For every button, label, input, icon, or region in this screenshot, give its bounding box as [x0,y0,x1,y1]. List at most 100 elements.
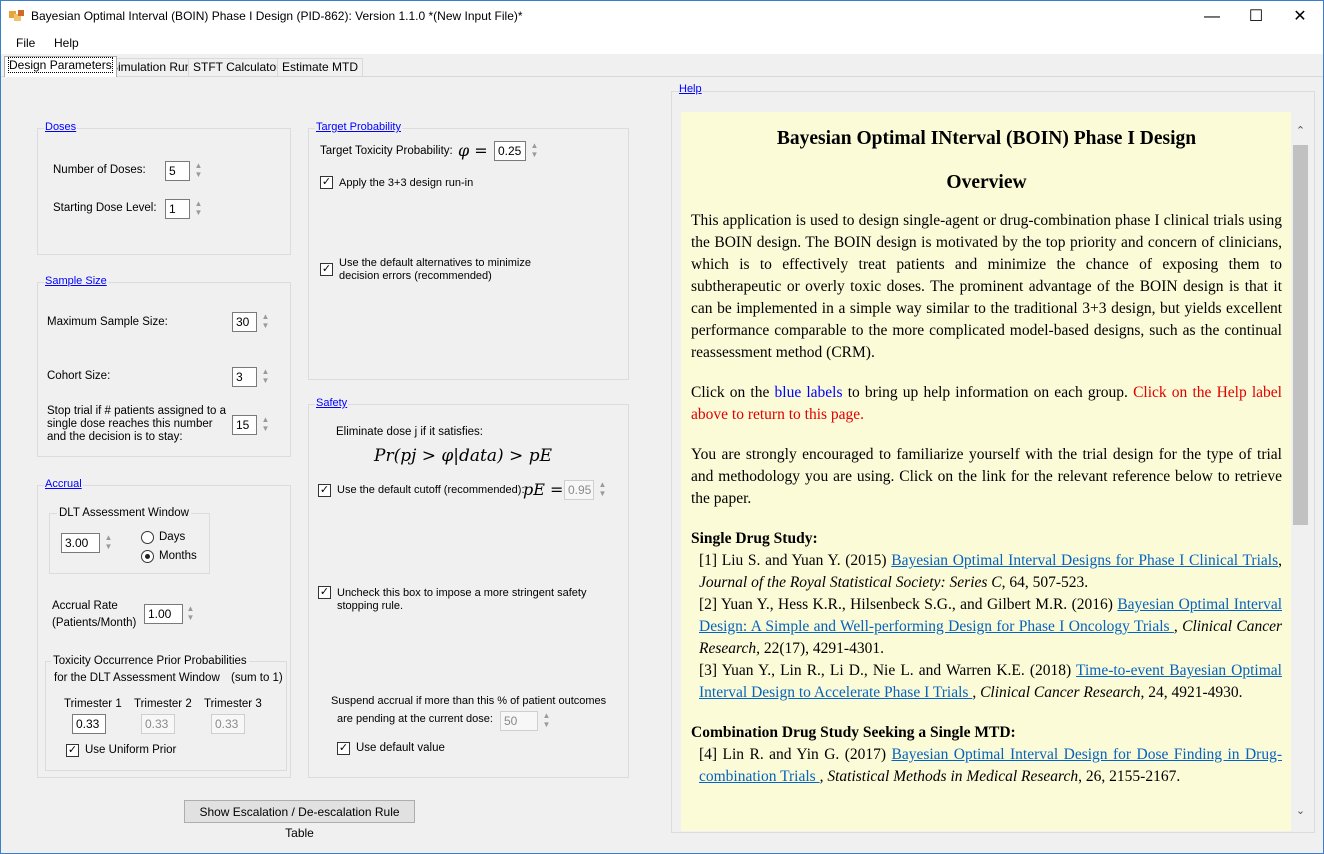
trimester1-label: Trimester 1 [64,698,122,710]
trimester1-input[interactable]: 0.33 [72,714,106,734]
doses-group [37,128,291,255]
dlt-window-title: DLT Assessment Window [57,507,191,519]
trimester2-label: Trimester 2 [134,698,192,710]
menu-bar: File Help [1,32,1323,54]
ref-journal: Statistical Methods in Medical Research [827,768,1079,785]
months-radio[interactable] [141,550,154,563]
help-scrollbar[interactable]: ⌃ ⌄ [1292,121,1309,827]
tab-estimate-mtd[interactable]: Estimate MTD [277,58,364,76]
suspend-spinner: ▲ ▼ [542,711,551,729]
runin-checkbox[interactable]: ✓ [320,176,333,189]
ref-authors: [4] Lin R. and Yin G. (2017) [699,746,892,763]
close-button[interactable]: ✕ [1277,1,1323,32]
days-radio[interactable] [141,531,154,544]
ref-details: 22(17), 4291-4301. [759,640,884,657]
dlt-window-spinner[interactable]: ▲ ▼ [104,533,113,553]
help-home-link[interactable]: Help [679,83,702,95]
num-doses-label: Number of Doses: [53,164,146,176]
app-icon [9,10,24,21]
rule-table-button[interactable]: Show Escalation / De-escalation Rule Tab… [184,800,415,840]
dlt-window-input[interactable]: 3.00 [61,533,100,553]
stringent-rule-checkbox[interactable]: ✓ [318,586,331,599]
days-label: Days [159,531,186,543]
menu-file[interactable]: File [16,36,35,50]
cohort-size-input[interactable]: 3 [232,367,257,387]
menu-help[interactable]: Help [54,36,79,50]
scroll-down-icon[interactable]: ⌄ [1292,803,1309,820]
default-cutoff-checkbox[interactable]: ✓ [318,484,331,497]
tab-simulation-run[interactable]: Simulation Run [105,58,197,76]
pe-symbol: pE = [523,480,564,499]
start-dose-input[interactable]: 1 [165,199,190,219]
target-probability-help-link[interactable]: Target Probability [315,121,402,133]
cohort-size-spinner[interactable]: ▲ ▼ [261,367,270,387]
tab-design-parameters[interactable]: Design Parameters [4,56,117,77]
ref-authors: [2] Yuan Y., Hess K.R., Hilsenbeck S.G.,… [699,596,1118,613]
minimize-button[interactable]: — [1189,1,1235,32]
max-sample-spinner[interactable]: ▲ ▼ [261,312,270,332]
safety-help-link[interactable]: Safety [315,397,349,409]
num-doses-spinner[interactable]: ▲ ▼ [194,161,203,181]
single-drug-heading: Single Drug Study: [691,530,818,547]
target-tox-input[interactable]: 0.25 [494,141,526,161]
help-blue-labels-text: blue labels [774,384,843,401]
sum-note: (sum to 1) [231,672,283,684]
reference-1: [1] Liu S. and Yuan Y. (2015) Bayesian O… [699,552,1282,591]
ref-details: , 26, 2155-2167. [1078,768,1181,785]
accrual-rate-input[interactable]: 1.00 [144,604,183,624]
sample-size-help-link[interactable]: Sample Size [44,275,108,287]
window-title: Bayesian Optimal Interval (BOIN) Phase I… [31,9,523,23]
months-label: Months [159,550,197,562]
uniform-prior-checkbox[interactable]: ✓ [66,744,79,757]
accrual-rate-unit-label: (Patients/Month) [52,617,137,629]
title-bar: Bayesian Optimal Interval (BOIN) Phase I… [1,1,1323,32]
default-alternatives-checkbox[interactable]: ✓ [320,263,333,276]
reference-2: [2] Yuan Y., Hess K.R., Hilsenbeck S.G.,… [699,596,1283,657]
trimester3-input: 0.33 [211,714,245,734]
start-dose-spinner[interactable]: ▲ ▼ [194,199,203,219]
help-p2-text: Click on the [691,384,775,401]
ref-details: , 24, 4921-4930. [1140,684,1243,701]
num-doses-input[interactable]: 5 [165,161,190,181]
scroll-up-icon[interactable]: ⌃ [1292,123,1309,140]
accrual-rate-label: Accrual Rate [52,600,118,612]
stringent-rule-label: Uncheck this box to impose a more string… [337,587,587,612]
uniform-prior-label: Use Uniform Prior [85,744,177,756]
prior-subtitle: for the DLT Assessment Window [54,672,220,684]
scroll-thumb[interactable] [1293,145,1308,525]
runin-label: Apply the 3+3 design run-in [339,177,474,189]
start-dose-label: Starting Dose Level: [53,202,157,214]
eliminate-label: Eliminate dose j if it satisfies: [336,426,484,438]
tab-label: Design Parameters [8,57,113,73]
tab-strip: Design Parameters Simulation Run STFT Ca… [1,56,1323,77]
ref-journal: Journal of the Royal Statistical Society… [699,574,1002,591]
accrual-help-link[interactable]: Accrual [44,478,83,490]
help-paragraph-1: This application is used to design singl… [691,212,1282,361]
app-window: Bayesian Optimal Interval (BOIN) Phase I… [0,0,1324,854]
help-heading: Bayesian Optimal INterval (BOIN) Phase I… [776,128,1197,149]
cutoff-spinner: ▲ ▼ [598,480,607,498]
accrual-rate-spinner[interactable]: ▲ ▼ [186,604,195,624]
default-cutoff-label: Use the default cutoff (recommended): [337,484,525,496]
help-subheading: Overview [946,172,1027,193]
help-paragraph-3: You are strongly encouraged to familiari… [691,446,1282,507]
target-tox-label: Target Toxicity Probability: [320,145,453,157]
help-paragraph-2: Click on the blue labels to bring up hel… [691,382,1282,426]
default-value-checkbox[interactable]: ✓ [337,742,350,755]
reference-1-link[interactable]: Bayesian Optimal Interval Designs for Ph… [891,552,1278,569]
max-sample-input[interactable]: 30 [232,312,257,332]
combination-heading: Combination Drug Study Seeking a Single … [691,724,1016,741]
stop-trial-input[interactable]: 15 [232,415,257,435]
phi-symbol: φ = [458,141,488,160]
max-sample-label: Maximum Sample Size: [47,316,168,328]
reference-4: [4] Lin R. and Yin G. (2017) Bayesian Op… [699,746,1282,785]
target-tox-spinner[interactable]: ▲ ▼ [530,141,539,161]
trimester2-input: 0.33 [141,714,175,734]
ref-journal: Clinical Cancer Research [980,684,1141,701]
tab-stft-calculator[interactable]: STFT Calculator [188,58,286,76]
target-probability-group [308,128,629,380]
maximize-button[interactable]: ☐ [1233,1,1279,32]
stop-trial-spinner[interactable]: ▲ ▼ [261,415,270,435]
doses-help-link[interactable]: Doses [44,121,78,133]
suspend-input: 50 [500,711,538,731]
